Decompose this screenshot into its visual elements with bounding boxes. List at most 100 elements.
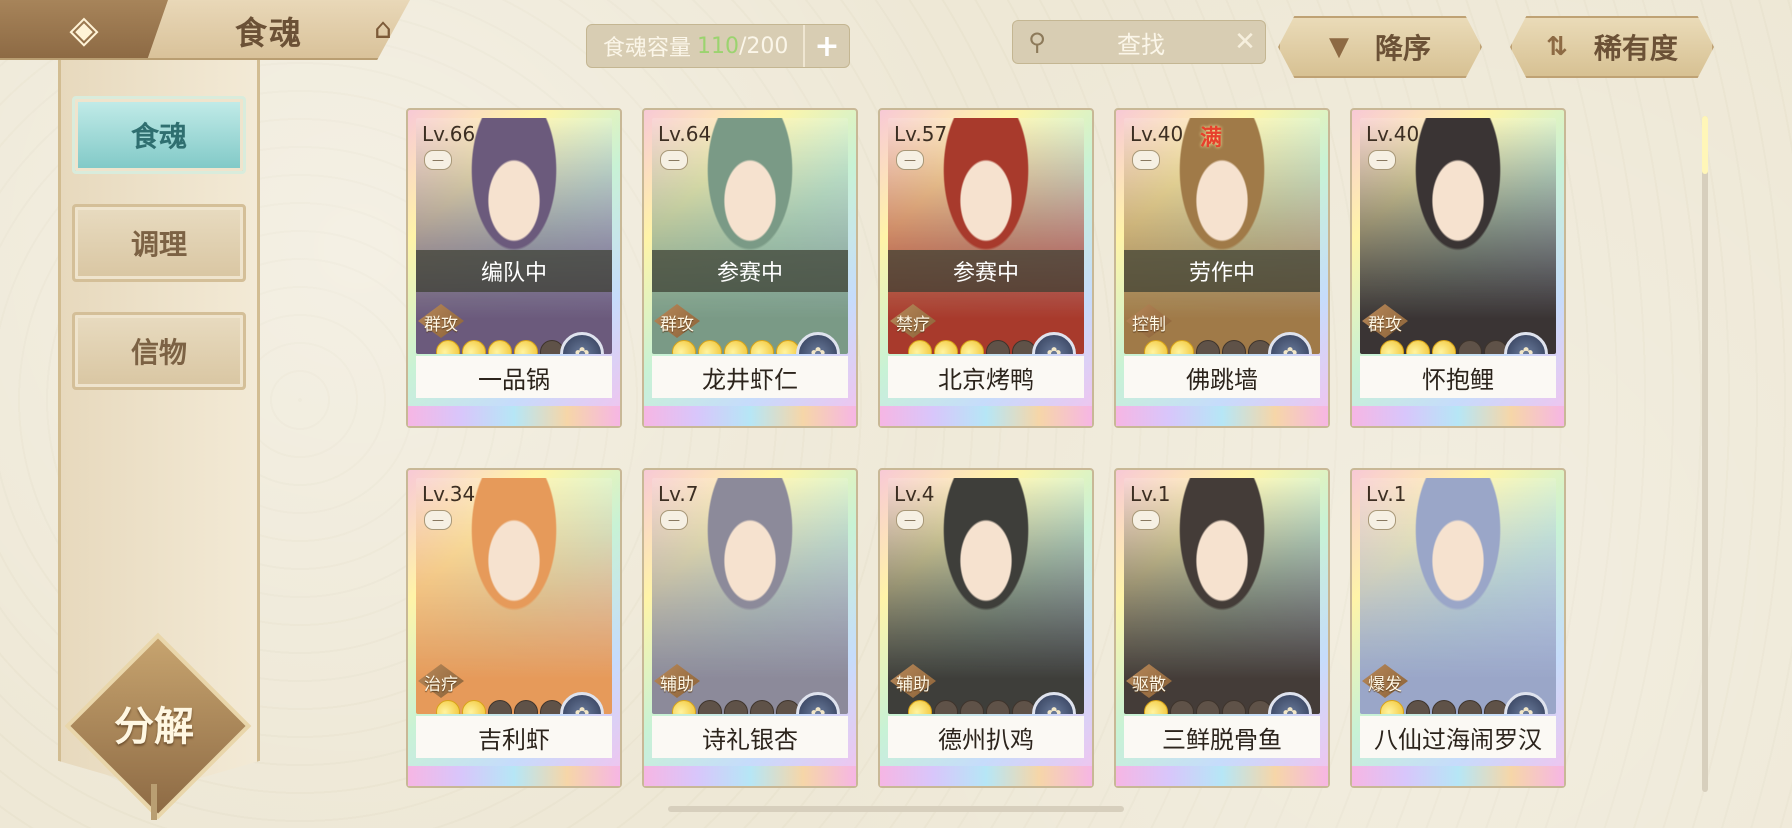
- level-label: Lv.34: [422, 482, 476, 506]
- sort-order-button[interactable]: ▼ 降序: [1278, 16, 1482, 78]
- character-card[interactable]: Lv.1 — 驱散 ✿ 三鲜脱骨鱼: [1114, 468, 1330, 788]
- level-label: Lv.66: [422, 122, 476, 146]
- character-portrait: Lv.57 — 参赛中禁疗 ✿: [888, 118, 1084, 354]
- star-icon: [431, 695, 465, 714]
- star-rating: [1375, 695, 1513, 714]
- star-rating: [1139, 695, 1277, 714]
- rarity-strip: [1116, 766, 1328, 786]
- character-card[interactable]: Lv.4 — 辅助 ✿ 德州扒鸡: [878, 468, 1094, 788]
- element-emblem-icon: ✿: [1268, 692, 1312, 714]
- star-icon: [1427, 695, 1461, 714]
- character-card[interactable]: Lv.1 — 爆发 ✿ 八仙过海闹罗汉: [1350, 468, 1566, 788]
- star-rating: [667, 335, 805, 354]
- level-label: Lv.57: [894, 122, 948, 146]
- search-field[interactable]: ⚲ 查找 ✕: [1012, 20, 1266, 64]
- pavilion-icon[interactable]: ⌂: [365, 14, 401, 44]
- role-label: 禁疗: [896, 315, 930, 335]
- character-card[interactable]: Lv.66 — 编队中 群攻 ✿ 一品锅: [406, 108, 622, 428]
- character-card[interactable]: Lv.7 — 辅助 ✿ 诗礼银杏: [642, 468, 858, 788]
- back-button[interactable]: ◈: [0, 0, 168, 58]
- element-emblem-icon: ✿: [796, 332, 840, 354]
- role-label: 辅助: [896, 675, 930, 695]
- character-card[interactable]: Lv.40 — 群攻 ✿ 怀抱鲤: [1350, 108, 1566, 428]
- lock-icon[interactable]: —: [424, 510, 452, 530]
- star-rating: [1139, 335, 1277, 354]
- tab-shihun[interactable]: 食魂: [72, 96, 246, 174]
- star-icon: [745, 695, 779, 714]
- scrollbar-thumb[interactable]: [1702, 116, 1708, 174]
- character-card[interactable]: Lv.34 — 治疗 ✿ 吉利虾: [406, 468, 622, 788]
- star-icon: [1139, 335, 1173, 354]
- star-icon: [509, 335, 543, 354]
- star-icon: [903, 335, 937, 354]
- search-icon: ⚲: [1028, 28, 1046, 56]
- status-banner: 参赛中: [888, 250, 1084, 292]
- triangle-down-icon: ▼: [1328, 32, 1349, 62]
- lock-icon[interactable]: —: [1132, 150, 1160, 170]
- star-icon: [1401, 695, 1435, 714]
- capacity-current: 110: [697, 33, 740, 59]
- element-emblem-icon: ✿: [1032, 332, 1076, 354]
- star-icon: [457, 335, 491, 354]
- character-name: 诗礼银杏: [652, 716, 848, 758]
- character-card[interactable]: Lv.57 — 参赛中 禁疗 ✿ 北京烤鸭: [878, 108, 1094, 428]
- element-emblem-icon: ✿: [560, 332, 604, 354]
- character-portrait: Lv.4 — 辅助 ✿: [888, 478, 1084, 714]
- role-label: 驱散: [1132, 675, 1166, 695]
- role-label: 控制: [1132, 315, 1166, 335]
- level-label: Lv.40: [1366, 122, 1420, 146]
- star-icon: [1191, 335, 1225, 354]
- character-name: 龙井虾仁: [652, 356, 848, 398]
- tassel-ornament: [151, 784, 157, 820]
- star-icon: [745, 335, 779, 354]
- character-card[interactable]: Lv.64 — 参赛中 群攻 ✿ 龙井虾仁: [642, 108, 858, 428]
- role-label: 爆发: [1368, 675, 1402, 695]
- lock-icon[interactable]: —: [896, 150, 924, 170]
- character-portrait: Lv.40 满 — 劳作中 控制 ✿: [1124, 118, 1320, 354]
- lock-icon[interactable]: —: [1368, 150, 1396, 170]
- star-icon: [457, 695, 491, 714]
- role-label: 群攻: [1368, 315, 1402, 335]
- character-card[interactable]: Lv.40 满 — 劳作中 控制 ✿ 佛跳墙: [1114, 108, 1330, 428]
- lock-icon[interactable]: —: [424, 150, 452, 170]
- search-placeholder[interactable]: 查找: [1057, 25, 1225, 60]
- character-name: 三鲜脱骨鱼: [1124, 716, 1320, 758]
- element-emblem-icon: ✿: [560, 692, 604, 714]
- tab-tiaoli[interactable]: 调理: [72, 204, 246, 282]
- lock-icon[interactable]: —: [660, 510, 688, 530]
- home-indicator: [668, 806, 1124, 812]
- star-icon: [1427, 335, 1461, 354]
- lock-icon[interactable]: —: [896, 510, 924, 530]
- character-portrait: Lv.66 — 编队中 群攻 ✿: [416, 118, 612, 354]
- lock-icon[interactable]: —: [1368, 510, 1396, 530]
- role-label: 治疗: [424, 675, 458, 695]
- star-icon: [1217, 695, 1251, 714]
- role-label: 辅助: [660, 675, 694, 695]
- level-label: Lv.1: [1130, 482, 1171, 506]
- status-banner: 劳作中: [1124, 250, 1320, 292]
- star-icon: [509, 695, 543, 714]
- level-label: Lv.64: [658, 122, 712, 146]
- status-banner: 参赛中: [652, 250, 848, 292]
- rarity-strip: [644, 766, 856, 786]
- rarity-strip: [1352, 766, 1564, 786]
- vertical-scrollbar[interactable]: [1702, 116, 1708, 792]
- star-icon: [1453, 695, 1487, 714]
- lock-icon[interactable]: —: [660, 150, 688, 170]
- rarity-sort-button[interactable]: ⇅ 稀有度: [1510, 16, 1714, 78]
- rarity-strip: [408, 766, 620, 786]
- swap-icon: ⇅: [1546, 32, 1568, 62]
- character-portrait: Lv.1 — 爆发 ✿: [1360, 478, 1556, 714]
- clear-search-icon[interactable]: ✕: [1225, 27, 1265, 57]
- add-capacity-button[interactable]: +: [803, 25, 849, 67]
- decompose-label[interactable]: 分解: [92, 694, 216, 752]
- lock-icon[interactable]: —: [1132, 510, 1160, 530]
- star-icon: [483, 695, 517, 714]
- star-icon: [1165, 695, 1199, 714]
- rarity-strip: [880, 766, 1092, 786]
- star-icon: [667, 335, 701, 354]
- star-icon: [955, 335, 989, 354]
- sort-order-label: 降序: [1374, 32, 1431, 65]
- element-emblem-icon: ✿: [796, 692, 840, 714]
- tab-xinwu[interactable]: 信物: [72, 312, 246, 390]
